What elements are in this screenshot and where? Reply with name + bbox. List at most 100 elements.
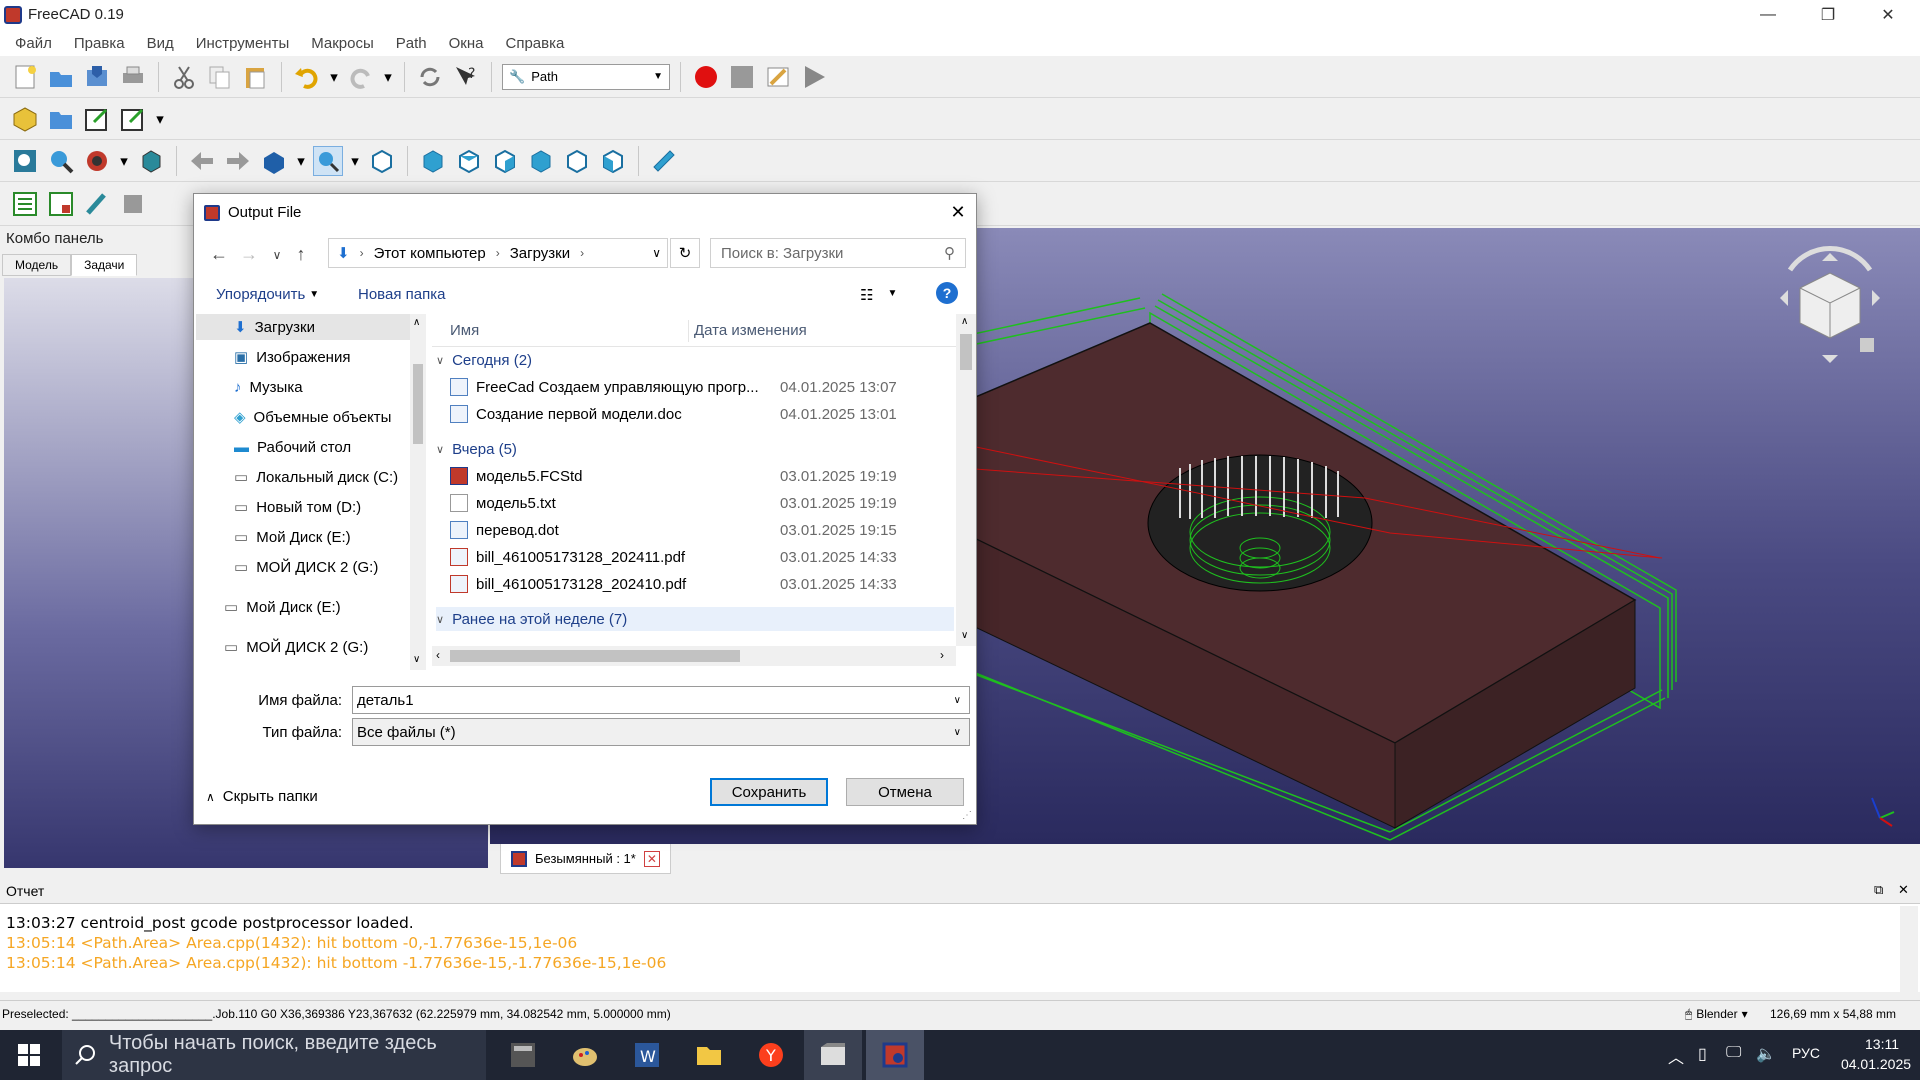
bounding-box-icon[interactable] bbox=[136, 146, 166, 176]
workbench-selector[interactable]: 🔧 Path ▼ bbox=[502, 63, 670, 90]
nav-item-drive-c[interactable]: ▭ Локальный диск (C:) bbox=[196, 464, 410, 490]
scrollbar-thumb[interactable] bbox=[960, 334, 972, 370]
view-rear-icon[interactable] bbox=[526, 146, 556, 176]
help-icon[interactable]: ? bbox=[936, 282, 958, 304]
calculator-app-icon[interactable] bbox=[494, 1030, 552, 1080]
run-macro-icon[interactable] bbox=[799, 62, 829, 92]
path-post-process-icon[interactable] bbox=[46, 189, 76, 219]
input-language[interactable]: РУС bbox=[1792, 1045, 1820, 1061]
group-folder-icon[interactable] bbox=[46, 104, 76, 134]
file-list-horizontal-scrollbar[interactable]: ‹ › bbox=[432, 646, 956, 666]
breadcrumb-this-pc[interactable]: Этот компьютер bbox=[374, 245, 486, 262]
menu-windows[interactable]: Окна bbox=[438, 35, 495, 52]
group-header-earlier-this-week[interactable]: ∨ Ранее на этой неделе (7) bbox=[436, 607, 954, 631]
list-item[interactable]: bill_461005173128_202410.pdf 03.01.2025 … bbox=[436, 573, 954, 595]
undo-dropdown-icon[interactable]: ▾ bbox=[328, 62, 340, 92]
record-macro-icon[interactable] bbox=[691, 62, 721, 92]
view-bottom-icon[interactable] bbox=[562, 146, 592, 176]
draw-style-icon[interactable] bbox=[82, 146, 112, 176]
menu-tools[interactable]: Инструменты bbox=[185, 35, 301, 52]
path-tool-controller-icon[interactable] bbox=[118, 189, 148, 219]
list-item[interactable]: FreeCad Создаем управляющую прогр... 04.… bbox=[436, 376, 954, 398]
navigation-style-selector[interactable]: 🖱 Blender ▾ bbox=[1685, 1007, 1748, 1022]
address-dropdown-icon[interactable]: ∨ bbox=[652, 246, 661, 260]
list-item[interactable]: bill_461005173128_202411.pdf 03.01.2025 … bbox=[436, 546, 954, 568]
refresh-icon[interactable] bbox=[415, 62, 445, 92]
group-header-today[interactable]: ∨ Сегодня (2) bbox=[436, 348, 954, 372]
back-arrow-icon[interactable] bbox=[187, 146, 217, 176]
scroll-up-icon[interactable]: ∧ bbox=[413, 317, 420, 328]
edit-macro-icon[interactable] bbox=[763, 62, 793, 92]
breadcrumb-downloads[interactable]: Загрузки bbox=[510, 245, 570, 262]
scroll-up-icon[interactable]: ∧ bbox=[961, 316, 968, 327]
network-icon[interactable]: 🖵 bbox=[1726, 1044, 1741, 1062]
std-views-dropdown-icon[interactable]: ▾ bbox=[295, 146, 307, 176]
refresh-button[interactable]: ↻ bbox=[670, 238, 700, 268]
folder-search-input[interactable]: Поиск в: Загрузки ⚲ bbox=[710, 238, 966, 268]
organize-button[interactable]: Упорядочить ▼ bbox=[216, 286, 319, 303]
new-folder-button[interactable]: Новая папка bbox=[358, 286, 445, 303]
scroll-down-icon[interactable]: ∨ bbox=[961, 630, 968, 641]
close-panel-icon[interactable]: ✕ bbox=[1898, 882, 1909, 898]
tray-chevron-up-icon[interactable]: ︿ bbox=[1668, 1044, 1684, 1068]
resize-grip-icon[interactable]: ⋰ bbox=[962, 810, 972, 821]
volume-icon[interactable]: 🔈 bbox=[1756, 1044, 1776, 1064]
scrollbar-thumb[interactable] bbox=[450, 650, 740, 662]
file-explorer-icon[interactable] bbox=[680, 1030, 738, 1080]
std-views-icon[interactable] bbox=[259, 146, 289, 176]
freecad-taskbar-icon[interactable] bbox=[866, 1030, 924, 1080]
print-icon[interactable] bbox=[118, 62, 148, 92]
yandex-browser-icon[interactable]: Y bbox=[742, 1030, 800, 1080]
list-item[interactable]: перевод.dot 03.01.2025 19:15 bbox=[436, 519, 954, 541]
tab-model[interactable]: Модель bbox=[2, 254, 72, 276]
zoom-dropdown-icon[interactable]: ▾ bbox=[349, 146, 361, 176]
fit-all-icon[interactable] bbox=[10, 146, 40, 176]
menu-path[interactable]: Path bbox=[385, 35, 438, 52]
redo-dropdown-icon[interactable]: ▾ bbox=[382, 62, 394, 92]
view-right-icon[interactable] bbox=[490, 146, 520, 176]
draw-style-dropdown-icon[interactable]: ▾ bbox=[118, 146, 130, 176]
whats-this-icon[interactable]: ? bbox=[451, 62, 481, 92]
nav-item-desktop[interactable]: ▬ Рабочий стол bbox=[196, 434, 410, 460]
report-scrollbar[interactable] bbox=[1900, 906, 1918, 992]
document-tab[interactable]: Безымянный : 1* ✕ bbox=[500, 844, 671, 874]
windows-start-icon[interactable] bbox=[0, 1030, 58, 1080]
paste-icon[interactable] bbox=[241, 62, 271, 92]
save-icon[interactable] bbox=[82, 62, 112, 92]
filetype-select[interactable]: Все файлы (*) ∨ bbox=[352, 718, 970, 746]
view-front-icon[interactable] bbox=[418, 146, 448, 176]
word-app-icon[interactable]: W bbox=[618, 1030, 676, 1080]
menu-edit[interactable]: Правка bbox=[63, 35, 136, 52]
navigation-scrollbar[interactable]: ∧ ∨ bbox=[410, 314, 426, 670]
tab-tasks[interactable]: Задачи bbox=[71, 254, 138, 276]
clock-time[interactable]: 13:11 bbox=[1852, 1036, 1912, 1052]
cancel-button[interactable]: Отмена bbox=[846, 778, 964, 806]
taskbar-search-box[interactable]: Чтобы начать поиск, введите здесь запрос bbox=[62, 1030, 486, 1080]
column-header-name[interactable]: Имя bbox=[450, 314, 690, 346]
recent-locations-chevron-icon[interactable]: ∨ bbox=[266, 248, 288, 262]
address-bar[interactable]: ⬇ › Этот компьютер › Загрузки › ∨ bbox=[328, 238, 668, 268]
nav-item-pictures[interactable]: ▣ Изображения bbox=[196, 344, 410, 370]
path-tool-icon[interactable] bbox=[82, 189, 112, 219]
nav-item-music[interactable]: ♪ Музыка bbox=[196, 374, 410, 400]
copy-icon[interactable] bbox=[205, 62, 235, 92]
open-folder-icon[interactable] bbox=[46, 62, 76, 92]
new-document-icon[interactable] bbox=[10, 62, 40, 92]
close-tab-icon[interactable]: ✕ bbox=[643, 850, 660, 867]
nav-item-3d-objects[interactable]: ◈ Объемные объекты bbox=[196, 404, 410, 430]
cut-icon[interactable] bbox=[169, 62, 199, 92]
scroll-down-icon[interactable]: ∨ bbox=[413, 654, 420, 665]
menu-view[interactable]: Вид bbox=[136, 35, 185, 52]
nav-item-drive-d[interactable]: ▭ Новый том (D:) bbox=[196, 494, 410, 520]
menu-help[interactable]: Справка bbox=[495, 35, 576, 52]
column-header-date[interactable]: Дата изменения bbox=[694, 314, 954, 346]
hide-folders-button[interactable]: ∧ Скрыть папки bbox=[206, 788, 318, 805]
list-item[interactable]: модель5.FCStd 03.01.2025 19:19 bbox=[436, 465, 954, 487]
link-make-icon[interactable] bbox=[82, 104, 112, 134]
undo-icon[interactable] bbox=[292, 62, 322, 92]
view-top-icon[interactable] bbox=[454, 146, 484, 176]
list-item[interactable]: модель5.txt 03.01.2025 19:19 bbox=[436, 492, 954, 514]
menu-file[interactable]: Файл bbox=[4, 35, 63, 52]
navigation-cube[interactable] bbox=[1780, 246, 1880, 363]
isometric-zoom-icon[interactable] bbox=[313, 145, 343, 176]
